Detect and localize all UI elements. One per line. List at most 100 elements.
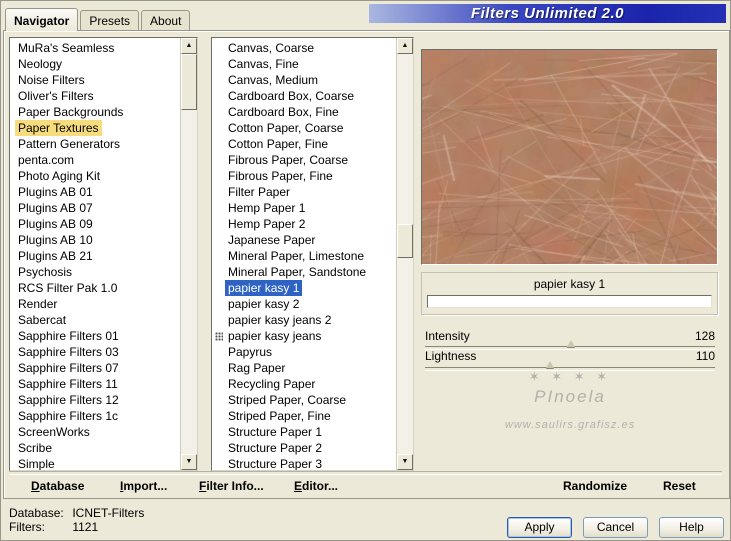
category-item[interactable]: Plugins AB 10: [10, 232, 181, 248]
category-item[interactable]: Scribe: [10, 440, 181, 456]
category-item[interactable]: Sapphire Filters 03: [10, 344, 181, 360]
category-item[interactable]: Sapphire Filters 12: [10, 392, 181, 408]
category-item[interactable]: Noise Filters: [10, 72, 181, 88]
list-item-label: papier kasy jeans 2: [228, 313, 332, 327]
list-item-label: Plugins AB 21: [18, 249, 93, 263]
category-item[interactable]: Render: [10, 296, 181, 312]
preview-image: [422, 50, 717, 264]
filter-item[interactable]: Structure Paper 2: [212, 440, 397, 456]
filter-item[interactable]: Mineral Paper, Sandstone: [212, 264, 397, 280]
category-item[interactable]: Paper Textures: [10, 120, 181, 136]
filter-item[interactable]: Canvas, Coarse: [212, 40, 397, 56]
status-filters-label: Filters:: [9, 520, 45, 534]
progress-bar: [427, 295, 712, 308]
filter-item[interactable]: papier kasy jeans 2: [212, 312, 397, 328]
category-item[interactable]: Sapphire Filters 1c: [10, 408, 181, 424]
filter-scrollbar[interactable]: ▲ ▼: [396, 38, 413, 470]
lightness-slider-track[interactable]: [425, 361, 715, 371]
category-list: MuRa's Seamless Neology Noise Filters Olive…: [10, 38, 181, 470]
list-item-label: Noise Filters: [18, 73, 85, 87]
filter-item[interactable]: Striped Paper, Coarse: [212, 392, 397, 408]
filter-item[interactable]: Canvas, Fine: [212, 56, 397, 72]
category-scrollbar[interactable]: ▲ ▼: [180, 38, 197, 470]
category-scroll-thumb[interactable]: [181, 54, 197, 110]
list-item-label: Papyrus: [228, 345, 273, 359]
filter-item[interactable]: Rag Paper: [212, 360, 397, 376]
filter-item[interactable]: Structure Paper 1: [212, 424, 397, 440]
list-item-label: Sapphire Filters 12: [18, 393, 119, 407]
category-item[interactable]: Neology: [10, 56, 181, 72]
filter-item[interactable]: papier kasy jeans: [212, 328, 397, 344]
filter-item[interactable]: Recycling Paper: [212, 376, 397, 392]
filter-item[interactable]: Cardboard Box, Coarse: [212, 88, 397, 104]
filter-info-button[interactable]: Filter Info...: [199, 479, 264, 493]
tab-presets[interactable]: Presets: [80, 10, 140, 31]
filter-item[interactable]: papier kasy 2: [212, 296, 397, 312]
filter-scroll-thumb[interactable]: [397, 224, 413, 258]
list-item-label: Cardboard Box, Coarse: [228, 89, 355, 103]
scroll-down-icon[interactable]: ▼: [181, 454, 197, 470]
filter-item[interactable]: Canvas, Medium: [212, 72, 397, 88]
filter-item[interactable]: Hemp Paper 1: [212, 200, 397, 216]
filter-item[interactable]: Cotton Paper, Coarse: [212, 120, 397, 136]
list-item-label: Photo Aging Kit: [18, 169, 101, 183]
filter-item[interactable]: Hemp Paper 2: [212, 216, 397, 232]
category-item[interactable]: ScreenWorks: [10, 424, 181, 440]
list-item-label: Paper Backgrounds: [18, 105, 124, 119]
filter-item[interactable]: Filter Paper: [212, 184, 397, 200]
list-item-label: Hemp Paper 2: [228, 217, 306, 231]
category-item[interactable]: Simple: [10, 456, 181, 470]
category-item[interactable]: MuRa's Seamless: [10, 40, 181, 56]
category-item[interactable]: Plugins AB 07: [10, 200, 181, 216]
list-item-label: Paper Textures: [15, 120, 102, 136]
category-item[interactable]: Plugins AB 21: [10, 248, 181, 264]
scroll-down-icon[interactable]: ▼: [397, 454, 413, 470]
filter-item[interactable]: Mineral Paper, Limestone: [212, 248, 397, 264]
filter-item[interactable]: Papyrus: [212, 344, 397, 360]
category-item[interactable]: Paper Backgrounds: [10, 104, 181, 120]
category-item[interactable]: Sabercat: [10, 312, 181, 328]
tab-about[interactable]: About: [141, 10, 191, 31]
filter-item[interactable]: Striped Paper, Fine: [212, 408, 397, 424]
randomize-button[interactable]: Randomize: [563, 479, 627, 493]
category-item[interactable]: Sapphire Filters 01: [10, 328, 181, 344]
scroll-up-icon[interactable]: ▲: [397, 38, 413, 54]
scroll-up-icon[interactable]: ▲: [181, 38, 197, 54]
category-item[interactable]: Photo Aging Kit: [10, 168, 181, 184]
filters-unlimited-dialog: Filters Unlimited 2.0 Navigator Presets …: [0, 0, 731, 541]
import-button[interactable]: Import...: [120, 479, 167, 493]
list-item-label: papier kasy 1: [225, 280, 303, 296]
filter-item[interactable]: Cardboard Box, Fine: [212, 104, 397, 120]
filter-item[interactable]: Japanese Paper: [212, 232, 397, 248]
category-item[interactable]: Sapphire Filters 07: [10, 360, 181, 376]
intensity-slider-thumb[interactable]: [566, 340, 575, 347]
filter-item[interactable]: Fibrous Paper, Fine: [212, 168, 397, 184]
database-button[interactable]: Database: [31, 479, 84, 493]
list-item-label: Cardboard Box, Fine: [228, 105, 339, 119]
lightness-slider-thumb[interactable]: [545, 361, 554, 368]
list-item-label: RCS Filter Pak 1.0: [18, 281, 118, 295]
list-item-label: Psychosis: [18, 265, 73, 279]
filter-listbox: Canvas, Coarse Canvas, Fine Canvas, Medium…: [211, 37, 414, 471]
category-item[interactable]: Plugins AB 09: [10, 216, 181, 232]
help-button[interactable]: Help: [659, 517, 724, 538]
list-item-label: Fibrous Paper, Coarse: [228, 153, 349, 167]
filter-item[interactable]: papier kasy 1: [212, 280, 397, 296]
filter-item[interactable]: Structure Paper 3: [212, 456, 397, 470]
category-item[interactable]: Pattern Generators: [10, 136, 181, 152]
filter-item[interactable]: Cotton Paper, Fine: [212, 136, 397, 152]
category-item[interactable]: Psychosis: [10, 264, 181, 280]
category-item[interactable]: Plugins AB 01: [10, 184, 181, 200]
category-item[interactable]: penta.com: [10, 152, 181, 168]
apply-button[interactable]: Apply: [507, 517, 572, 538]
category-item[interactable]: Oliver's Filters: [10, 88, 181, 104]
tab-navigator[interactable]: Navigator: [5, 8, 79, 31]
filter-item[interactable]: Fibrous Paper, Coarse: [212, 152, 397, 168]
list-item-label: Sapphire Filters 1c: [18, 409, 119, 423]
category-item[interactable]: RCS Filter Pak 1.0: [10, 280, 181, 296]
reset-button[interactable]: Reset: [663, 479, 696, 493]
cancel-button[interactable]: Cancel: [583, 517, 648, 538]
category-item[interactable]: Sapphire Filters 11: [10, 376, 181, 392]
editor-button[interactable]: Editor...: [294, 479, 338, 493]
filter-list: Canvas, Coarse Canvas, Fine Canvas, Medium…: [212, 38, 397, 470]
